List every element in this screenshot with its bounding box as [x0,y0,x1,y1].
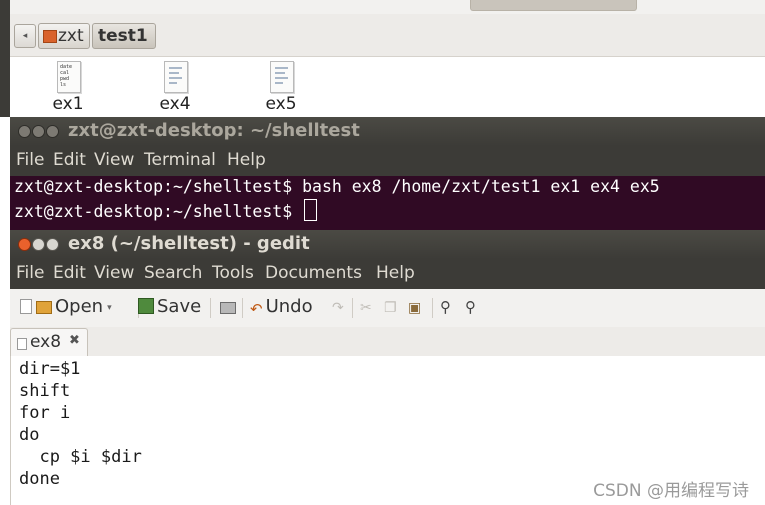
file-view: date cal pwd ls ex1 ex4 ex5 [10,57,765,117]
code-line: shift [19,381,71,401]
location-bar: ◂ zxt test1 [10,14,765,57]
tab-ex8[interactable]: ex8 ✖ [10,328,88,357]
file-item-ex4[interactable]: ex4 [145,61,205,117]
breadcrumb-item-test1[interactable]: test1 [92,23,156,49]
menu-tools[interactable]: Tools [212,263,254,283]
copy-icon: ❐ [384,300,397,316]
menu-edit[interactable]: Edit [53,150,86,170]
print-icon [220,302,236,314]
redo-icon: ↷ [332,300,344,316]
open-button[interactable]: Open ▾ [36,295,112,319]
file-name: ex1 [52,94,84,114]
document-tabbar: ex8 ✖ [10,327,765,357]
window-title: zxt@zxt-desktop: ~/shelltest [68,120,360,141]
undo-button[interactable]: ↶ Undo [250,295,313,319]
gedit-toolbar: Open ▾ Save ↶ Undo ↷ ✂ ❐ ▣ ⚲ ⚲ [10,289,765,328]
file-item-ex1[interactable]: date cal pwd ls ex1 [38,61,98,117]
text-file-icon [164,61,188,93]
code-line: done [19,469,60,489]
find-button[interactable]: ⚲ [440,295,451,319]
file-manager-window: ◂ zxt test1 date cal pwd ls ex1 ex4 ex5 [0,0,765,117]
window-title: ex8 (~/shelltest) - gedit [68,233,310,254]
cut-icon: ✂ [360,300,372,316]
copy-button[interactable]: ❐ [384,295,397,319]
minimize-icon[interactable] [32,125,45,138]
undo-icon: ↶ [250,300,263,318]
menu-help[interactable]: Help [376,263,415,283]
terminal-output[interactable]: zxt@zxt-desktop:~/shelltest$ bash ex8 /h… [10,176,765,230]
replace-button[interactable]: ⚲ [465,295,476,319]
file-name: ex4 [159,94,191,114]
terminal-prompt-line: zxt@zxt-desktop:~/shelltest$ [14,199,318,221]
breadcrumb-label: zxt [58,26,84,46]
file-name: ex5 [265,94,297,114]
window-buttons [18,238,62,251]
breadcrumb-item-zxt[interactable]: zxt [38,23,90,49]
menu-search[interactable]: Search [144,263,202,283]
document-icon [17,338,27,350]
close-icon[interactable]: ✖ [69,333,80,348]
window-top-grip[interactable] [470,0,637,11]
tab-label: ex8 [30,332,62,352]
menu-help[interactable]: Help [227,150,266,170]
watermark: CSDN @用编程写诗 [593,481,749,501]
gedit-menubar: File Edit View Search Tools Documents He… [10,259,765,289]
terminal-prompt: zxt@zxt-desktop:~/shelltest$ [14,202,303,221]
breadcrumb-back-button[interactable]: ◂ [14,24,36,48]
new-document-icon [20,299,32,314]
maximize-icon[interactable] [46,125,59,138]
save-icon [138,298,154,314]
search-icon: ⚲ [440,298,451,316]
code-line: for i [19,403,71,423]
chevron-down-icon[interactable]: ▾ [107,303,112,313]
cut-button[interactable]: ✂ [360,295,372,319]
print-button[interactable] [220,295,239,319]
menu-view[interactable]: View [94,263,134,283]
open-label: Open [55,296,104,317]
maximize-icon[interactable] [46,238,59,251]
menu-terminal[interactable]: Terminal [144,150,216,170]
close-icon[interactable] [18,238,31,251]
text-cursor [304,199,318,221]
minimize-icon[interactable] [32,238,45,251]
terminal-menubar: File Edit View Terminal Help [10,146,765,176]
window-border [0,0,10,117]
menu-view[interactable]: View [94,150,134,170]
text-file-icon: date cal pwd ls [57,61,81,93]
menu-file[interactable]: File [16,263,44,283]
code-line: dir=$1 [19,359,81,379]
new-button[interactable] [20,295,35,319]
menu-file[interactable]: File [16,150,44,170]
file-thumbnail-text: date cal pwd ls [60,64,73,88]
close-icon[interactable] [18,125,31,138]
code-line: do [19,425,40,445]
undo-label: Undo [265,296,313,317]
redo-button[interactable]: ↷ [332,295,344,319]
file-item-ex5[interactable]: ex5 [251,61,311,117]
menu-documents[interactable]: Documents [265,263,362,283]
paste-button[interactable]: ▣ [408,295,421,319]
folder-open-icon [36,301,52,314]
gedit-titlebar[interactable]: ex8 (~/shelltest) - gedit [10,230,765,259]
paste-icon: ▣ [408,300,422,316]
code-line: cp $i $dir [19,447,142,467]
menu-edit[interactable]: Edit [53,263,86,283]
terminal-titlebar[interactable]: zxt@zxt-desktop: ~/shelltest [10,117,765,146]
save-button[interactable]: Save [138,295,201,319]
breadcrumb-label: test1 [98,26,148,46]
save-label: Save [157,296,202,317]
find-replace-icon: ⚲ [465,298,476,316]
window-buttons [18,125,62,138]
text-file-icon [270,61,294,93]
home-folder-icon [43,30,57,43]
terminal-line: zxt@zxt-desktop:~/shelltest$ bash ex8 /h… [14,177,660,196]
